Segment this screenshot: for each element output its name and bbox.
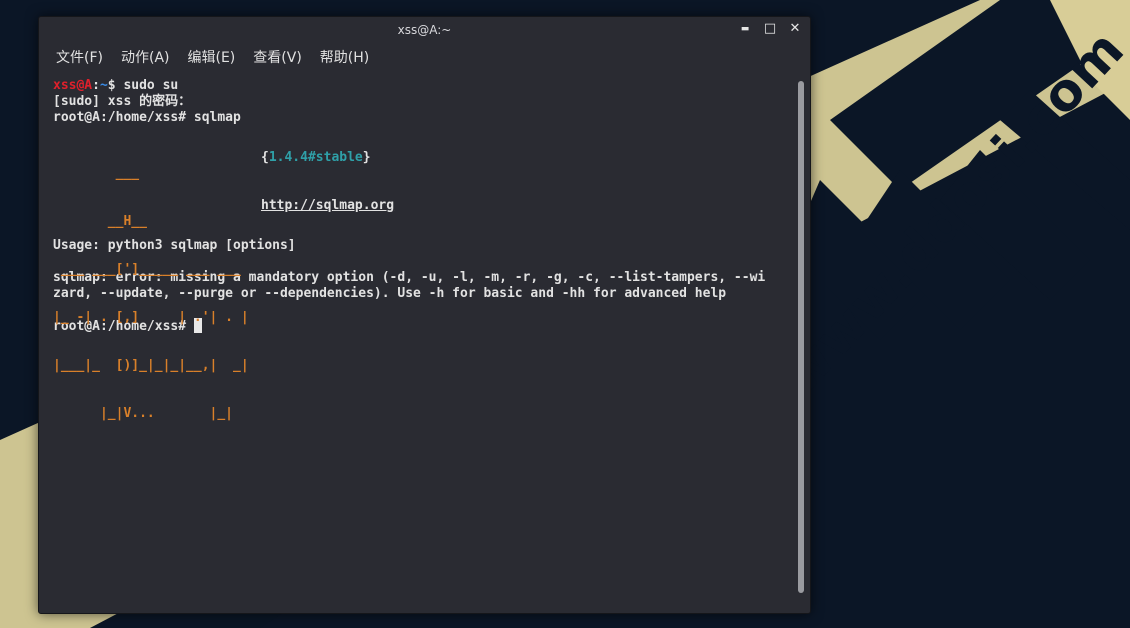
sqlmap-banner: ___ __H__ ___ ___[']_____ ___ ___ |_ -| … xyxy=(53,126,793,421)
prompt-line-user: xss@A:~$ sudo su xyxy=(53,78,793,94)
window-titlebar[interactable]: xss@A:~ ▬ □ ✕ xyxy=(39,17,810,43)
version-text: 1.4.4#stable xyxy=(268,150,363,165)
prompt-user-host: xss@A xyxy=(53,78,93,93)
minimize-icon[interactable]: ▬ xyxy=(738,22,752,36)
prompt-command: sudo su xyxy=(115,78,179,93)
menu-view[interactable]: 查看(V) xyxy=(244,48,311,68)
menubar: 文件(F) 动作(A) 编辑(E) 查看(V) 帮助(H) xyxy=(47,48,378,68)
terminal-window[interactable]: xss@A:~ ▬ □ ✕ 文件(F) 动作(A) 编辑(E) 查看(V) 帮助… xyxy=(38,16,811,614)
sudo-password-prompt: [sudo] xss 的密码： xyxy=(53,94,192,109)
maximize-icon[interactable]: □ xyxy=(763,22,777,36)
prompt-symbol: $ xyxy=(107,78,116,93)
root-prompt-line: root@A:/home/xss# sqlmap xyxy=(53,110,241,125)
menu-edit[interactable]: 编辑(E) xyxy=(179,48,245,68)
window-controls: ▬ □ ✕ xyxy=(738,22,802,36)
menu-file[interactable]: 文件(F) xyxy=(47,48,112,68)
terminal-output[interactable]: xss@A:~$ sudo su [sudo] xss 的密码： root@A:… xyxy=(53,78,793,598)
banner-art: ___ __H__ ___ ___[']_____ ___ ___ |_ -| … xyxy=(53,166,249,421)
banner-url[interactable]: http://sqlmap.org xyxy=(261,198,394,214)
window-title: xss@A:~ xyxy=(397,23,452,37)
menu-help[interactable]: 帮助(H) xyxy=(311,48,378,68)
prompt-separator: : xyxy=(92,78,100,93)
prompt-path: ~ xyxy=(99,78,108,93)
close-icon[interactable]: ✕ xyxy=(788,22,802,36)
terminal-scrollbar[interactable] xyxy=(798,81,804,593)
menu-action[interactable]: 动作(A) xyxy=(112,48,179,68)
banner-version: {1.4.4#stable} xyxy=(261,150,371,165)
